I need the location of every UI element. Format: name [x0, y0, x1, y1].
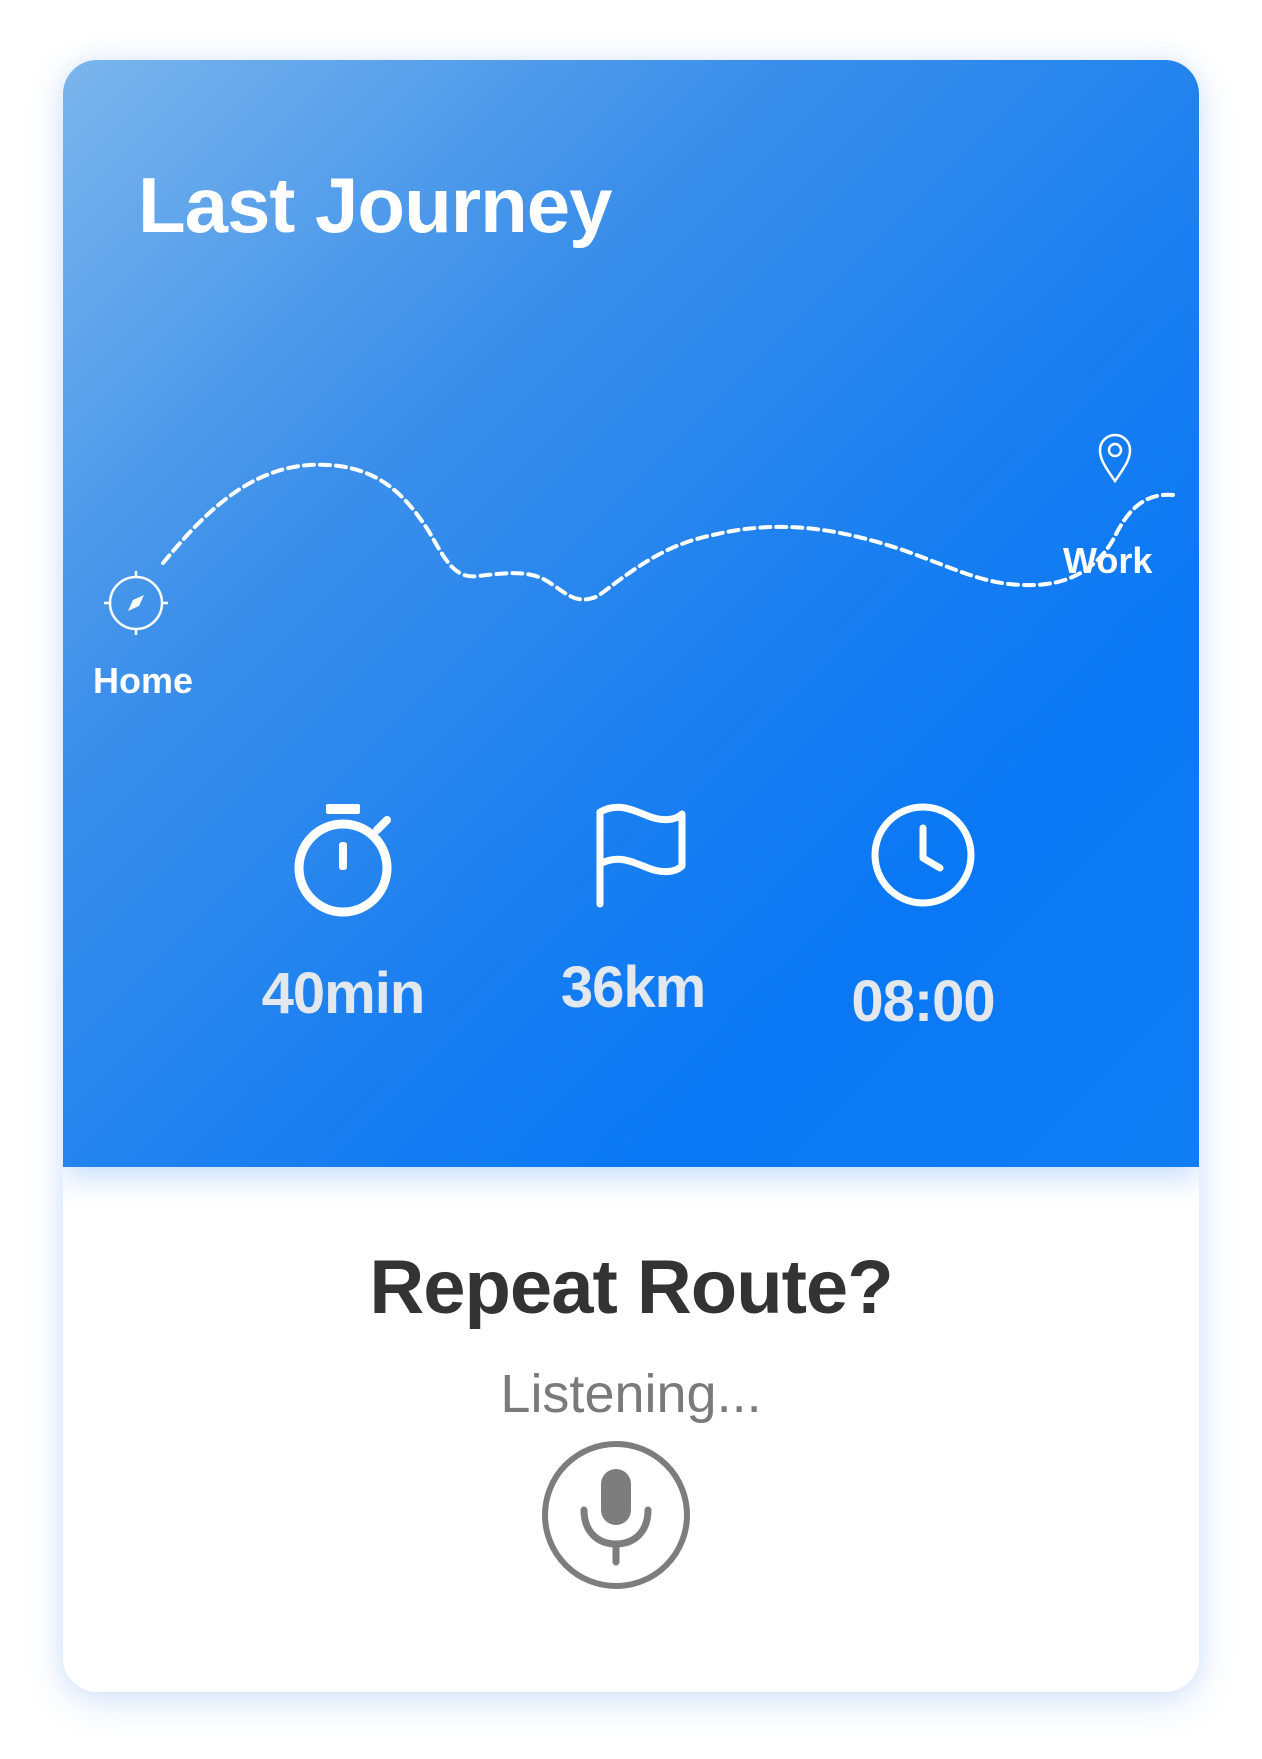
microphone-button[interactable]	[541, 1440, 691, 1590]
repeat-route-question: Repeat Route?	[369, 1245, 893, 1330]
stat-time: 08:00	[793, 800, 1053, 1035]
flag-icon	[596, 803, 686, 908]
clock-icon	[871, 803, 975, 907]
stopwatch-icon	[294, 804, 392, 917]
listening-status: Listening...	[500, 1364, 762, 1424]
stat-duration: 40min	[213, 800, 473, 1027]
page-background: Last Journey Home Work 40min 36km 08:00 …	[0, 0, 1262, 1759]
stat-time-value: 08:00	[851, 969, 995, 1034]
journey-card: Last Journey Home Work 40min 36km 08:00 …	[63, 60, 1199, 1692]
microphone-icon	[542, 1441, 690, 1589]
route-end-label: Work	[1063, 540, 1153, 581]
stat-distance: 36km	[503, 800, 763, 1021]
stat-distance-value: 36km	[560, 955, 706, 1020]
stat-duration-value: 40min	[261, 961, 426, 1026]
route-start-label: Home	[93, 660, 194, 701]
compass-icon	[104, 571, 168, 635]
journey-summary-panel: Last Journey Home Work 40min 36km 08:00	[63, 60, 1199, 1167]
route-path	[161, 462, 1175, 602]
location-pin-icon	[1098, 433, 1132, 484]
